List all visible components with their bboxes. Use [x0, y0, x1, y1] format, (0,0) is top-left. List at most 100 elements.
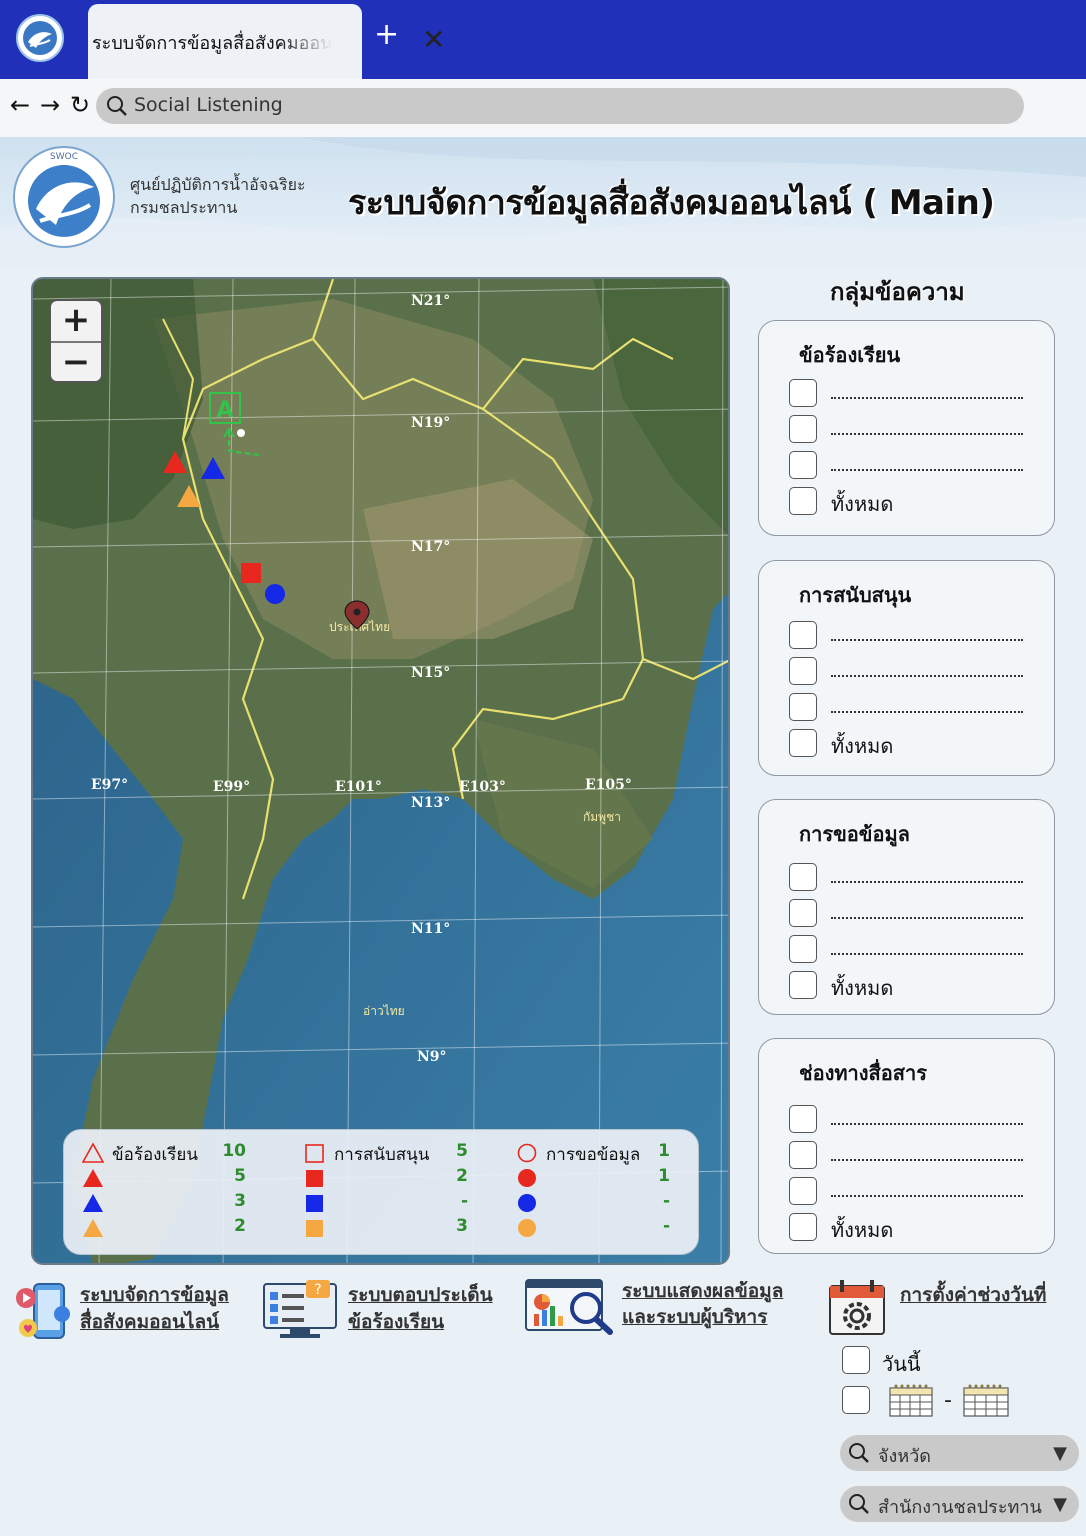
- svg-text:?: ?: [314, 1282, 321, 1298]
- start-date-calendar-icon[interactable]: [888, 1382, 934, 1418]
- legend-support-column: การสนับสนุน 5 2 - 3: [304, 1140, 484, 1240]
- legend-complaint-total: 10: [222, 1141, 246, 1161]
- placeholder-line: [831, 1111, 1023, 1125]
- nav-response-line1: ระบบตอบประเด็น: [348, 1284, 493, 1306]
- chevron-down-icon: ▼: [1053, 1494, 1067, 1515]
- complaint-option-all[interactable]: ทั้งหมด: [789, 487, 1029, 516]
- back-arrow-icon[interactable]: ←: [10, 91, 30, 119]
- page-header: SWOC ศูนย์ปฏิบัติการน้ำอัจฉริยะ กรมชลประ…: [0, 137, 1086, 267]
- checkbox[interactable]: [789, 1213, 817, 1241]
- grid-label-n13: N13°: [411, 795, 450, 811]
- nav-complaint-response-system[interactable]: ? ระบบตอบประเด็น ข้อร้องเรียน: [262, 1278, 512, 1342]
- nav-social-line2: สื่อสังคมออนไลน์: [80, 1311, 220, 1333]
- checkbox[interactable]: [789, 415, 817, 443]
- svg-text:SWOC: SWOC: [50, 152, 78, 162]
- placeholder-line: [831, 457, 1023, 471]
- complaint-option-2[interactable]: [789, 415, 1029, 443]
- date-range-checkbox[interactable]: [842, 1386, 870, 1414]
- tab-close-icon[interactable]: ✕: [422, 26, 445, 54]
- group-complaint: ข้อร้องเรียน ทั้งหมด: [758, 320, 1055, 536]
- checkbox[interactable]: [789, 935, 817, 963]
- legend-support-orange: 3: [456, 1216, 468, 1236]
- organization-logo-icon: SWOC: [13, 146, 115, 248]
- address-input[interactable]: Social Listening: [96, 88, 1024, 124]
- checkbox[interactable]: [789, 487, 817, 515]
- legend-request-blue: -: [662, 1191, 670, 1211]
- channel-option-all[interactable]: ทั้งหมด: [789, 1213, 1029, 1242]
- organization-name: ศูนย์ปฏิบัติการน้ำอัจฉริยะ กรมชลประทาน: [130, 173, 306, 219]
- legend-support-total: 5: [456, 1141, 468, 1161]
- page-title: ระบบจัดการข้อมูลสื่อสังคมออนไลน์ ( Main): [348, 183, 995, 223]
- checkbox[interactable]: [789, 693, 817, 721]
- request-option-all[interactable]: ทั้งหมด: [789, 971, 1029, 1000]
- nav-date-range-settings[interactable]: การตั้งค่าช่วงวันที่: [828, 1278, 1078, 1338]
- grid-label-e103: E103°: [459, 779, 506, 795]
- placeholder-line: [831, 385, 1023, 399]
- checkbox[interactable]: [789, 729, 817, 757]
- map-view[interactable]: N21° N19° N17° N15° N13° N11° N9° E97° E…: [31, 277, 730, 1265]
- complaint-option-1[interactable]: [789, 379, 1029, 407]
- province-select-placeholder: จังหวัด: [878, 1446, 931, 1467]
- end-date-calendar-icon[interactable]: [962, 1382, 1010, 1418]
- placeholder-line: [831, 941, 1023, 955]
- checkbox[interactable]: [789, 863, 817, 891]
- marker-request-blue: [265, 584, 285, 604]
- browser-tab-bar: ระบบจัดการข้อมูลสื่อสังคมออนไลน์ ✕ +: [0, 0, 1086, 79]
- request-option-2[interactable]: [789, 899, 1029, 927]
- organization-name-line1: ศูนย์ปฏิบัติการน้ำอัจฉริยะ: [130, 175, 306, 194]
- placeholder-line: [831, 699, 1023, 713]
- request-option-3[interactable]: [789, 935, 1029, 963]
- support-option-3[interactable]: [789, 693, 1029, 721]
- reload-icon[interactable]: ↻: [70, 91, 90, 119]
- message-group-title: กลุ่มข้อความ: [830, 278, 965, 306]
- channel-option-1[interactable]: [789, 1105, 1029, 1133]
- support-option-1[interactable]: [789, 621, 1029, 649]
- site-favicon-icon: [16, 14, 64, 62]
- request-option-1[interactable]: [789, 863, 1029, 891]
- triangle-orange-icon: [83, 1219, 103, 1237]
- checkbox[interactable]: [789, 971, 817, 999]
- today-option[interactable]: วันนี้: [842, 1346, 1042, 1376]
- checkbox[interactable]: [789, 899, 817, 927]
- checkbox[interactable]: [789, 657, 817, 685]
- place-label-cambodia: กัมพูชา: [583, 810, 621, 825]
- new-tab-icon[interactable]: +: [374, 20, 399, 50]
- irrigation-office-select[interactable]: สำนักงานชลประทาน ▼: [840, 1486, 1079, 1522]
- legend-request-red: 1: [658, 1166, 670, 1186]
- grid-label-n17: N17°: [411, 539, 450, 555]
- group-request-title: การขอข้อมูล: [799, 822, 910, 846]
- channel-option-2[interactable]: [789, 1141, 1029, 1169]
- date-range-option[interactable]: -: [842, 1382, 1022, 1420]
- checkbox[interactable]: [789, 379, 817, 407]
- group-support: การสนับสนุน ทั้งหมด: [758, 560, 1055, 776]
- triangle-outline-icon: [82, 1142, 104, 1163]
- nav-dashboard-line1: ระบบแสดงผลข้อมูล: [622, 1280, 784, 1302]
- placeholder-line: [831, 627, 1023, 641]
- active-tab[interactable]: ระบบจัดการข้อมูลสื่อสังคมออนไลน์ ✕: [88, 4, 445, 79]
- calendar-settings-icon: [829, 1280, 885, 1335]
- channel-option-3[interactable]: [789, 1177, 1029, 1205]
- checkbox[interactable]: [789, 451, 817, 479]
- legend-complaint-orange: 2: [234, 1216, 246, 1236]
- zoom-in-button[interactable]: +: [51, 301, 101, 341]
- circle-outline-icon: [517, 1143, 537, 1163]
- search-icon: [107, 96, 127, 116]
- support-option-all[interactable]: ทั้งหมด: [789, 729, 1029, 758]
- checkbox[interactable]: [789, 1141, 817, 1169]
- nav-dashboard-system[interactable]: ระบบแสดงผลข้อมูล และระบบผู้บริหาร: [524, 1276, 814, 1340]
- placeholder-line: [831, 1183, 1023, 1197]
- forward-arrow-icon[interactable]: →: [40, 91, 60, 119]
- all-label: ทั้งหมด: [831, 976, 894, 1000]
- zoom-out-button[interactable]: −: [51, 341, 101, 381]
- checkbox[interactable]: [789, 1177, 817, 1205]
- legend-support-blue: -: [460, 1191, 468, 1211]
- checkbox[interactable]: [789, 1105, 817, 1133]
- province-select[interactable]: จังหวัด ▼: [840, 1435, 1079, 1471]
- complaint-option-3[interactable]: [789, 451, 1029, 479]
- group-support-title: การสนับสนุน: [799, 583, 912, 607]
- complaint-response-monitor-icon: ?: [263, 1280, 337, 1338]
- checkbox[interactable]: [789, 621, 817, 649]
- today-checkbox[interactable]: [842, 1346, 870, 1374]
- nav-social-media-system[interactable]: ระบบจัดการข้อมูล สื่อสังคมออนไลน์: [14, 1280, 244, 1344]
- support-option-2[interactable]: [789, 657, 1029, 685]
